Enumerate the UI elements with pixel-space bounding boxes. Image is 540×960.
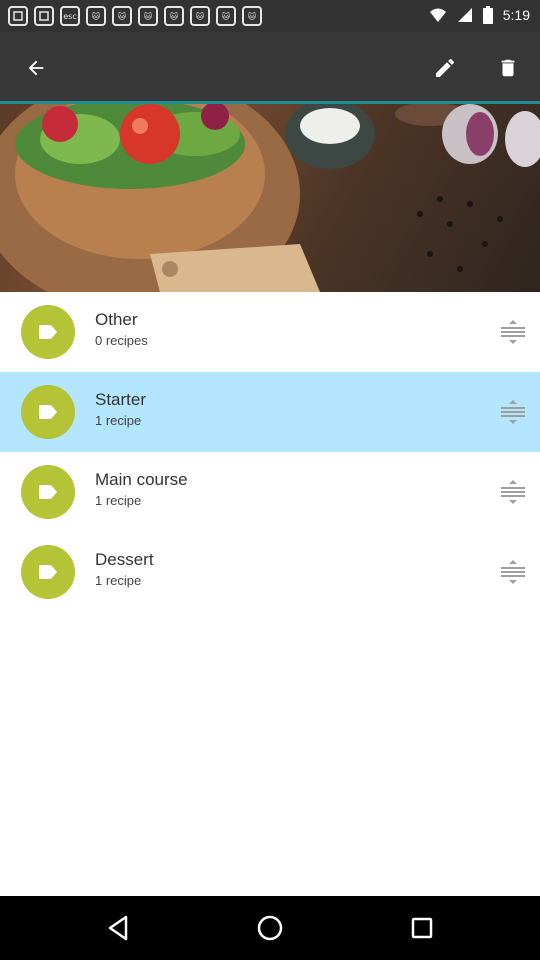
status-bar: esc 🐱 🐱 🐱 🐱 🐱 🐱 🐱 5:19	[0, 0, 540, 32]
reorder-handle[interactable]	[500, 400, 526, 424]
recipe-count: 1 recipe	[95, 493, 142, 508]
nav-recents-button[interactable]	[402, 908, 442, 948]
system-nav-bar	[0, 896, 540, 960]
nav-home-icon	[257, 915, 283, 941]
arrow-back-icon	[28, 60, 44, 76]
status-time: 5:19	[502, 7, 530, 23]
drag-handle-icon	[501, 560, 525, 584]
esc-app-icon: esc	[60, 6, 80, 26]
cat-icon: 🐱	[216, 6, 236, 26]
delete-button[interactable]	[486, 46, 530, 90]
category-title: Main course	[95, 470, 188, 489]
drag-handle-icon	[501, 480, 525, 504]
list-item[interactable]: Other 0 recipes	[0, 292, 540, 372]
recipe-count: 1 recipe	[95, 413, 142, 428]
list-item[interactable]: Main course 1 recipe	[0, 452, 540, 532]
pencil-icon	[436, 58, 455, 77]
cat-icon: 🐱	[242, 6, 262, 26]
status-indicators: 5:19	[429, 6, 530, 24]
trash-icon	[501, 59, 515, 77]
nav-back-icon	[108, 915, 128, 941]
signal-icon	[457, 8, 472, 22]
reorder-handle[interactable]	[500, 320, 526, 344]
category-icon-circle	[21, 385, 75, 439]
header-food-image	[0, 104, 540, 292]
back-button[interactable]	[14, 46, 58, 90]
app-toolbar	[0, 32, 540, 104]
recipe-count: 1 recipe	[95, 573, 142, 588]
list-item[interactable]: Starter 1 recipe	[0, 372, 540, 452]
reorder-handle[interactable]	[500, 480, 526, 504]
label-tag-icon	[39, 565, 57, 579]
category-icon-circle	[21, 465, 75, 519]
nav-recents-icon	[411, 917, 433, 939]
category-icon-circle	[21, 305, 75, 359]
drag-handle-icon	[501, 320, 525, 344]
list-item[interactable]: Dessert 1 recipe	[0, 532, 540, 612]
label-tag-icon	[39, 405, 57, 419]
category-title: Other	[95, 310, 138, 329]
drag-handle-icon	[501, 400, 525, 424]
reorder-handle[interactable]	[500, 560, 526, 584]
nav-back-button[interactable]	[98, 908, 138, 948]
edit-button[interactable]	[423, 46, 467, 90]
label-tag-icon	[39, 485, 57, 499]
category-title: Starter	[95, 390, 147, 409]
notification-icon	[34, 6, 54, 26]
cat-icon: 🐱	[164, 6, 184, 26]
label-tag-icon	[39, 325, 57, 339]
category-title: Dessert	[95, 550, 154, 569]
food-illustration	[0, 104, 540, 292]
battery-icon	[482, 6, 493, 24]
recipe-count: 0 recipes	[95, 333, 148, 348]
cat-icon: 🐱	[138, 6, 158, 26]
notification-icons: esc 🐱 🐱 🐱 🐱 🐱 🐱 🐱	[8, 6, 262, 26]
category-list: Other 0 recipes Starter 1 recipe Main co…	[0, 292, 540, 612]
cat-icon: 🐱	[112, 6, 132, 26]
wifi-icon	[429, 8, 446, 22]
cat-icon: 🐱	[190, 6, 210, 26]
notification-icon	[8, 6, 28, 26]
category-icon-circle	[21, 545, 75, 599]
cat-icon: 🐱	[86, 6, 106, 26]
nav-home-button[interactable]	[250, 908, 290, 948]
